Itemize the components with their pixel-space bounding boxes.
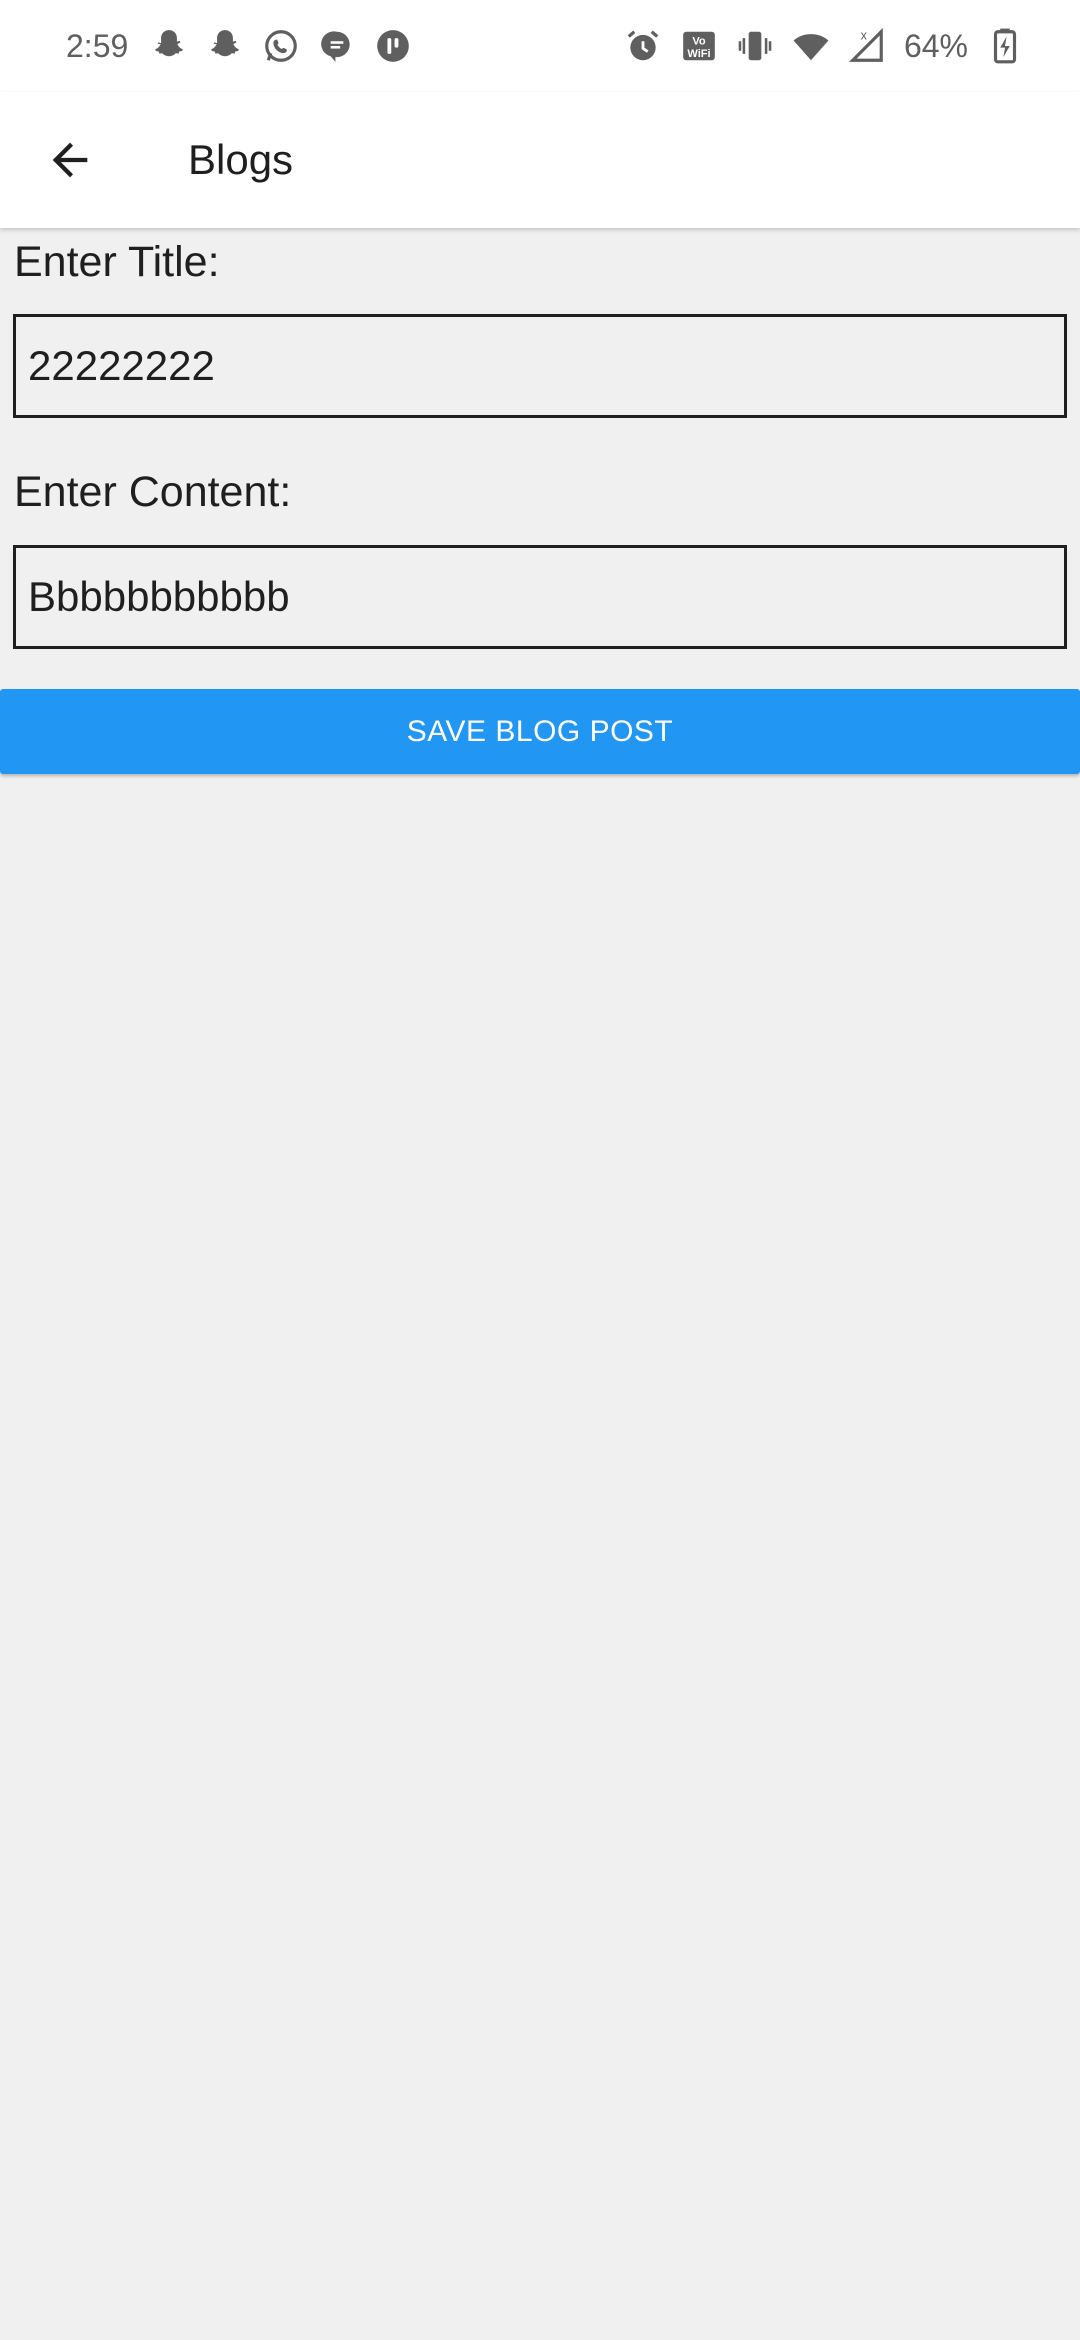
messages-icon [321, 31, 350, 62]
notification-icons [150, 27, 412, 65]
alarm-icon [627, 30, 659, 61]
svg-text:WiFi: WiFi [687, 48, 710, 60]
status-bar: 2:59 Vo WiFi x 64% [0, 0, 1080, 92]
battery-percentage: 64% [903, 27, 968, 64]
snapchat-icon [211, 30, 240, 57]
page-title: Blogs [188, 136, 294, 183]
teams-icon [377, 30, 410, 62]
svg-text:x: x [861, 29, 868, 43]
arrow-back-icon [52, 142, 88, 178]
back-button[interactable] [32, 122, 108, 198]
snapchat-icon [155, 30, 184, 57]
whatsapp-icon [265, 30, 298, 62]
title-label: Enter Title: [14, 238, 220, 286]
svg-text:Vo: Vo [692, 35, 706, 47]
status-time: 2:59 [66, 27, 129, 64]
wifi-icon [793, 34, 829, 61]
signal-icon: x [848, 27, 883, 62]
vibrate-icon [738, 31, 772, 61]
system-icons: Vo WiFi x 64% [624, 27, 1024, 65]
content-label: Enter Content: [14, 468, 292, 516]
app-bar: Blogs [0, 92, 1080, 228]
battery-charging-icon [993, 28, 1017, 64]
save-blog-post-button[interactable]: SAVE BLOG POST [0, 689, 1080, 774]
vowifi-icon: VoWiFi [683, 31, 715, 61]
content-input[interactable] [13, 545, 1067, 649]
title-input[interactable] [13, 314, 1067, 418]
